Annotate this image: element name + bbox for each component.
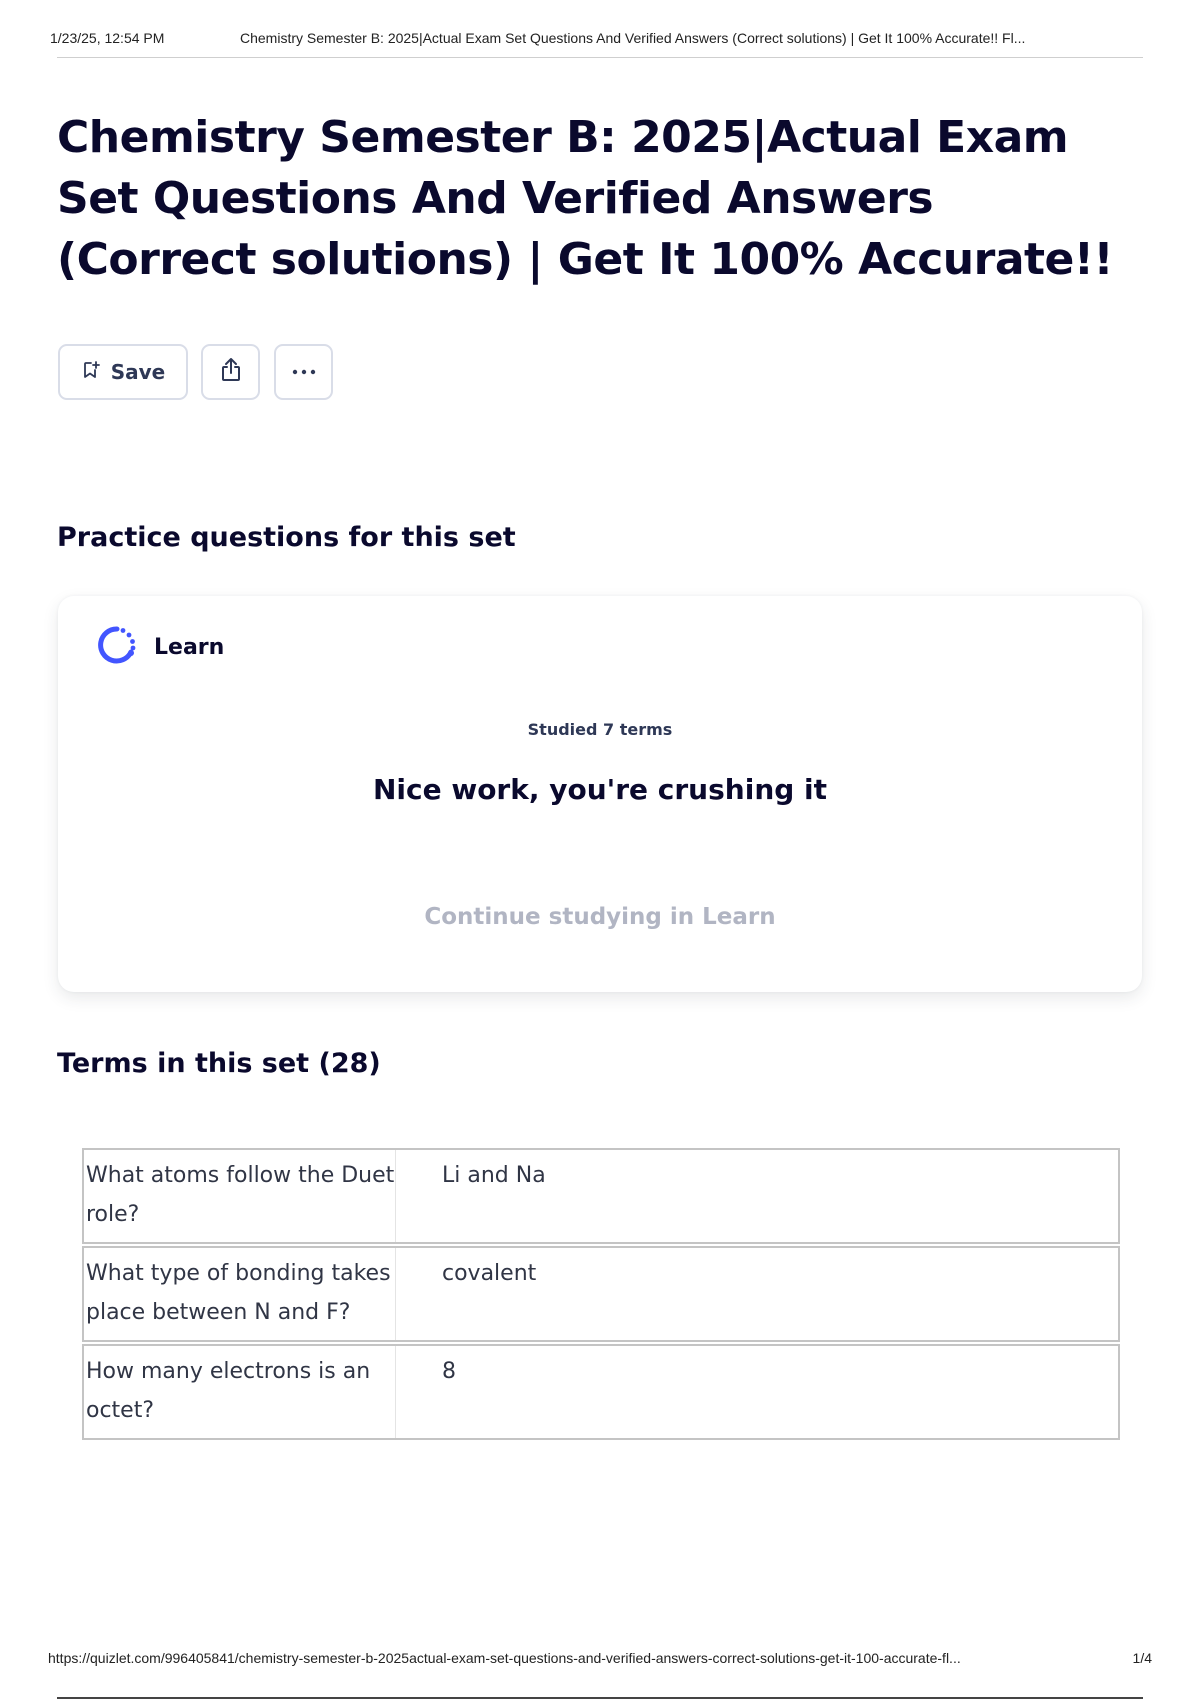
share-icon — [217, 356, 245, 389]
learn-card: Learn Studied 7 terms Nice work, you're … — [58, 596, 1142, 992]
page-title: Chemistry Semester B: 2025|Actual Exam S… — [57, 112, 1114, 285]
more-icon — [290, 363, 318, 381]
studied-count: Studied 7 terms — [527, 720, 673, 739]
table-row: How many electrons is an octet? 8 — [82, 1344, 1120, 1440]
definition-text: 8 — [442, 1359, 456, 1384]
save-button[interactable]: Save — [58, 344, 188, 400]
practice-heading: Practice questions for this set — [57, 522, 516, 553]
share-button[interactable] — [201, 344, 260, 400]
continue-learn-link[interactable]: Continue studying in Learn — [58, 904, 1142, 930]
term-text: How many electrons is an octet? — [84, 1346, 396, 1438]
more-options-button[interactable] — [274, 344, 333, 400]
definition-text: covalent — [442, 1261, 537, 1286]
footer-divider — [57, 1697, 1143, 1699]
table-row: What type of bonding takes place between… — [82, 1246, 1120, 1342]
table-row: What atoms follow the Duet role? Li and … — [82, 1148, 1120, 1244]
bookmark-add-icon — [81, 360, 101, 385]
terms-table: What atoms follow the Duet role? Li and … — [82, 1148, 1120, 1442]
learn-header: Learn — [96, 624, 224, 671]
definition-text: Li and Na — [442, 1163, 546, 1188]
print-date: 1/23/25, 12:54 PM — [50, 30, 165, 46]
print-doc-title: Chemistry Semester B: 2025|Actual Exam S… — [240, 30, 1026, 46]
term-text: What type of bonding takes place between… — [84, 1248, 396, 1340]
save-label: Save — [110, 360, 166, 384]
page-number: 1/4 — [1132, 1650, 1152, 1666]
print-header: 1/23/25, 12:54 PM Chemistry Semester B: … — [50, 30, 1150, 50]
learn-label: Learn — [154, 635, 225, 660]
praise-message: Nice work, you're crushing it — [372, 773, 828, 806]
header-divider — [57, 57, 1143, 58]
print-url: https://quizlet.com/996405841/chemistry-… — [48, 1650, 961, 1666]
learn-icon — [96, 624, 138, 671]
term-text: What atoms follow the Duet role? — [84, 1150, 396, 1242]
terms-heading: Terms in this set (28) — [57, 1048, 381, 1079]
